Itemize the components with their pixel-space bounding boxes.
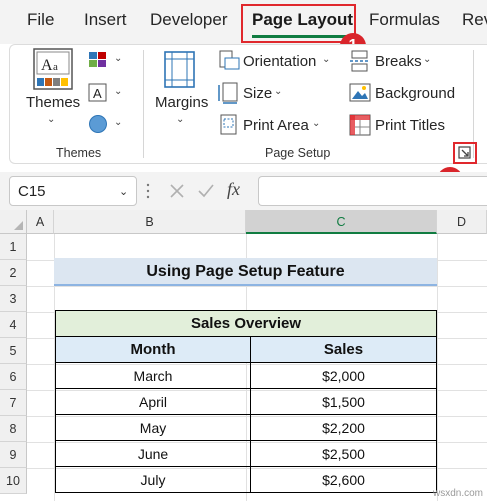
orientation-chevron-icon[interactable]: ⌄ [322, 54, 330, 65]
tab-file[interactable]: File [27, 10, 54, 30]
table-row: April $1,500 [54, 388, 437, 415]
month-cell[interactable]: June [54, 440, 252, 467]
sheet-title-cell[interactable]: Using Page Setup Feature [54, 258, 437, 286]
svg-text:A: A [41, 57, 53, 74]
row-header-9[interactable]: 9 [0, 442, 27, 468]
margins-label[interactable]: Margins [155, 94, 208, 111]
sales-cell[interactable]: $1,500 [250, 388, 437, 415]
formula-input[interactable] [258, 176, 487, 206]
enter-check-icon[interactable] [197, 183, 215, 199]
background-icon[interactable] [349, 82, 371, 104]
sales-table: Sales Overview Month Sales March $2,000 … [54, 310, 437, 493]
size-chevron-icon[interactable]: ⌄ [274, 86, 282, 97]
column-header-a[interactable]: A [27, 210, 54, 234]
drag-handle-icon[interactable] [145, 182, 151, 200]
print-titles-icon[interactable] [349, 114, 371, 136]
themes-chevron-icon[interactable]: ⌄ [47, 114, 55, 125]
formula-bar: C15 ⌄ fx [0, 172, 487, 210]
print-area-label[interactable]: Print Area [243, 117, 309, 134]
breaks-icon[interactable] [349, 50, 371, 72]
select-all-corner[interactable] [0, 210, 27, 234]
row-header-10[interactable]: 10 [0, 468, 27, 494]
sales-cell[interactable]: $2,000 [250, 362, 437, 389]
worksheet-grid[interactable]: A B C D 1 2 3 4 5 6 7 8 9 10 Using Page … [0, 210, 487, 501]
colors-chevron-icon[interactable]: ⌄ [114, 53, 122, 64]
themes-label[interactable]: Themes [26, 94, 80, 111]
effects-chevron-icon[interactable]: ⌄ [114, 117, 122, 128]
svg-text:a: a [53, 61, 58, 73]
name-box-chevron-icon[interactable]: ⌄ [119, 185, 128, 198]
table-row: July $2,600 [54, 466, 437, 493]
tab-developer[interactable]: Developer [150, 10, 228, 30]
row-header-4[interactable]: 4 [0, 312, 27, 338]
background-label[interactable]: Background [375, 85, 455, 102]
fonts-chevron-icon[interactable]: ⌄ [114, 86, 122, 97]
print-area-icon[interactable] [218, 114, 240, 136]
gridline [27, 286, 487, 287]
effects-icon[interactable] [88, 114, 108, 134]
header-sales[interactable]: Sales [250, 336, 437, 363]
month-cell[interactable]: April [54, 388, 252, 415]
svg-text:A: A [93, 86, 102, 101]
row-header-3[interactable]: 3 [0, 286, 27, 312]
row-header-5[interactable]: 5 [0, 338, 27, 364]
orientation-label[interactable]: Orientation [243, 53, 316, 70]
row-header-8[interactable]: 8 [0, 416, 27, 442]
margins-chevron-icon[interactable]: ⌄ [176, 114, 184, 125]
column-header-c[interactable]: C [246, 210, 437, 234]
themes-group-label: Themes [56, 146, 102, 160]
print-area-chevron-icon[interactable]: ⌄ [312, 118, 320, 129]
sales-cell[interactable]: $2,200 [250, 414, 437, 441]
size-icon[interactable] [218, 82, 240, 104]
page-layout-highlight [241, 4, 356, 43]
table-row: March $2,000 [54, 362, 437, 389]
table-row: May $2,200 [54, 414, 437, 441]
column-header-d[interactable]: D [437, 210, 487, 234]
table-caption[interactable]: Sales Overview [55, 310, 437, 337]
row-header-7[interactable]: 7 [0, 390, 27, 416]
tab-insert[interactable]: Insert [84, 10, 127, 30]
row-header-6[interactable]: 6 [0, 364, 27, 390]
breaks-label[interactable]: Breaks [375, 53, 422, 70]
month-cell[interactable]: March [54, 362, 252, 389]
gridline [437, 234, 438, 501]
table-row: June $2,500 [54, 440, 437, 467]
sales-cell[interactable]: $2,600 [250, 466, 437, 493]
cancel-icon[interactable] [169, 183, 185, 199]
themes-icon[interactable]: A a [33, 48, 73, 90]
orientation-icon[interactable] [218, 50, 240, 72]
watermark: wsxdn.com [432, 488, 483, 499]
group-divider [143, 50, 144, 158]
name-box-value: C15 [18, 183, 46, 200]
fonts-icon[interactable]: A [88, 83, 108, 103]
size-label[interactable]: Size [243, 85, 272, 102]
name-box[interactable]: C15 ⌄ [9, 176, 137, 206]
page-setup-group-label: Page Setup [265, 146, 331, 160]
breaks-chevron-icon[interactable]: ⌄ [423, 54, 431, 65]
month-cell[interactable]: July [54, 466, 252, 493]
column-header-b[interactable]: B [54, 210, 246, 234]
print-titles-label[interactable]: Print Titles [375, 117, 445, 134]
formula-controls: fx [161, 176, 255, 206]
insert-function-icon[interactable]: fx [227, 179, 240, 200]
dialog-launcher-highlight [453, 142, 477, 164]
row-header-1[interactable]: 1 [0, 234, 27, 260]
colors-icon[interactable] [88, 51, 108, 69]
month-cell[interactable]: May [54, 414, 252, 441]
row-header-2[interactable]: 2 [0, 260, 27, 286]
header-month[interactable]: Month [54, 336, 252, 363]
tab-formulas[interactable]: Formulas [369, 10, 440, 30]
margins-icon[interactable] [164, 51, 196, 89]
sales-cell[interactable]: $2,500 [250, 440, 437, 467]
tab-review[interactable]: Rev [462, 10, 487, 30]
